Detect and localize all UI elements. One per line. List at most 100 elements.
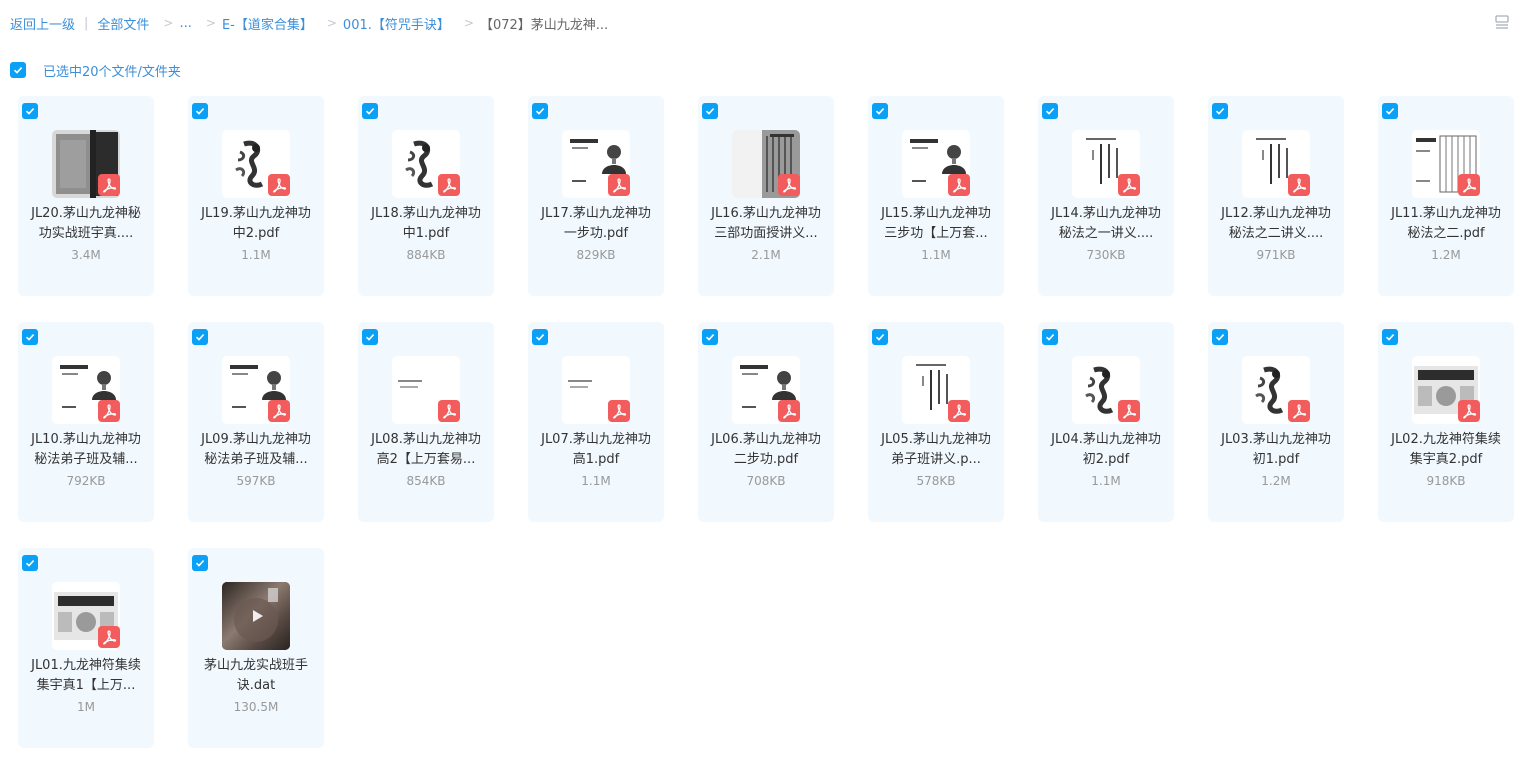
file-name-line2: 初1.pdf — [1252, 452, 1300, 467]
file-checkbox[interactable] — [702, 103, 718, 119]
file-card[interactable]: JL14.茅山九龙神功 秘法之一讲义.... 730KB — [1038, 96, 1174, 296]
file-checkbox[interactable] — [1042, 329, 1058, 345]
file-size: 730KB — [1086, 248, 1126, 262]
file-card[interactable]: JL20.茅山九龙神秘 功实战班宇真.... 3.4M — [18, 96, 154, 296]
check-icon — [535, 334, 545, 341]
file-name-line2: 二步功.pdf — [733, 452, 799, 467]
file-card[interactable]: JL03.茅山九龙神功 初1.pdf 1.2M — [1208, 322, 1344, 522]
file-name-line2: 秘法之二讲义.... — [1228, 226, 1324, 241]
file-checkbox[interactable] — [362, 329, 378, 345]
file-name[interactable]: JL06.茅山九龙神功 二步功.pdf — [704, 430, 828, 470]
file-card[interactable]: JL09.茅山九龙神功 秘法弟子班及辅... 597KB — [188, 322, 324, 522]
file-size: 1.2M — [1431, 248, 1461, 262]
file-name[interactable]: JL10.茅山九龙神功 秘法弟子班及辅... — [24, 430, 148, 470]
pdf-icon — [1293, 404, 1307, 419]
file-checkbox[interactable] — [872, 329, 888, 345]
breadcrumb-current: 【072】茅山九龙神... — [479, 17, 609, 33]
check-icon — [705, 108, 715, 115]
file-size: 1M — [77, 700, 95, 714]
file-card[interactable]: 茅山九龙实战班手 诀.dat 130.5M — [188, 548, 324, 748]
file-checkbox[interactable] — [22, 329, 38, 345]
file-checkbox[interactable] — [1212, 103, 1228, 119]
file-checkbox[interactable] — [1042, 103, 1058, 119]
check-icon — [1045, 334, 1055, 341]
file-name[interactable]: 茅山九龙实战班手 诀.dat — [194, 656, 318, 696]
file-card[interactable]: JL19.茅山九龙神功 中2.pdf 1.1M — [188, 96, 324, 296]
breadcrumb-level1[interactable]: E-【道家合集】 — [222, 14, 313, 33]
file-name-line1: JL16.茅山九龙神功 — [711, 206, 821, 221]
file-checkbox[interactable] — [22, 103, 38, 119]
file-card[interactable]: JL01.九龙神符集续 集宇真1【上万... 1M — [18, 548, 154, 748]
file-name[interactable]: JL09.茅山九龙神功 秘法弟子班及辅... — [194, 430, 318, 470]
file-checkbox[interactable] — [22, 555, 38, 571]
file-size: 884KB — [406, 248, 446, 262]
pdf-icon — [613, 178, 627, 193]
file-card[interactable]: JL06.茅山九龙神功 二步功.pdf 708KB — [698, 322, 834, 522]
check-icon — [1385, 334, 1395, 341]
file-card[interactable]: JL10.茅山九龙神功 秘法弟子班及辅... 792KB — [18, 322, 154, 522]
file-checkbox[interactable] — [532, 329, 548, 345]
pdf-badge-icon — [1118, 174, 1140, 196]
file-checkbox[interactable] — [532, 103, 548, 119]
select-all-checkbox[interactable] — [10, 62, 26, 78]
file-name[interactable]: JL03.茅山九龙神功 初1.pdf — [1214, 430, 1338, 470]
pdf-icon — [783, 404, 797, 419]
file-name[interactable]: JL14.茅山九龙神功 秘法之一讲义.... — [1044, 204, 1168, 244]
file-size: 918KB — [1426, 474, 1466, 488]
file-name[interactable]: JL01.九龙神符集续 集宇真1【上万... — [24, 656, 148, 696]
file-checkbox[interactable] — [702, 329, 718, 345]
file-name[interactable]: JL12.茅山九龙神功 秘法之二讲义.... — [1214, 204, 1338, 244]
breadcrumb-ellipsis[interactable]: ... — [179, 16, 191, 31]
back-link[interactable]: 返回上一级 — [10, 14, 75, 33]
file-size: 597KB — [236, 474, 276, 488]
check-icon — [1385, 108, 1395, 115]
breadcrumb-level2[interactable]: 001.【符咒手诀】 — [343, 14, 450, 33]
video-thumbnail[interactable] — [222, 582, 290, 650]
file-name[interactable]: JL05.茅山九龙神功 弟子班讲义.p... — [874, 430, 998, 470]
file-name[interactable]: JL18.茅山九龙神功 中1.pdf — [364, 204, 488, 244]
file-name-line2: 中1.pdf — [402, 226, 450, 241]
file-checkbox[interactable] — [192, 329, 208, 345]
file-checkbox[interactable] — [872, 103, 888, 119]
file-card[interactable]: JL18.茅山九龙神功 中1.pdf 884KB — [358, 96, 494, 296]
file-card[interactable]: JL16.茅山九龙神功 三部功面授讲义... 2.1M — [698, 96, 834, 296]
select-all-row: 已选中20个文件/文件夹 — [10, 61, 181, 80]
file-card[interactable]: JL11.茅山九龙神功 秘法之二.pdf 1.2M — [1378, 96, 1514, 296]
file-card[interactable]: JL17.茅山九龙神功 一步功.pdf 829KB — [528, 96, 664, 296]
file-card[interactable]: JL07.茅山九龙神功 高1.pdf 1.1M — [528, 322, 664, 522]
file-checkbox[interactable] — [1212, 329, 1228, 345]
check-icon — [705, 334, 715, 341]
file-name[interactable]: JL08.茅山九龙神功 高2【上万套易... — [364, 430, 488, 470]
breadcrumb-all-files[interactable]: 全部文件 — [97, 14, 149, 33]
file-size: 1.1M — [1091, 474, 1121, 488]
file-card[interactable]: JL15.茅山九龙神功 三步功【上万套... 1.1M — [868, 96, 1004, 296]
file-name-line1: JL14.茅山九龙神功 — [1051, 206, 1161, 221]
file-name[interactable]: JL11.茅山九龙神功 秘法之二.pdf — [1384, 204, 1508, 244]
file-name[interactable]: JL04.茅山九龙神功 初2.pdf — [1044, 430, 1168, 470]
file-name-line2: 高2【上万套易... — [376, 452, 476, 467]
check-icon — [25, 108, 35, 115]
file-name[interactable]: JL07.茅山九龙神功 高1.pdf — [534, 430, 658, 470]
file-card[interactable]: JL08.茅山九龙神功 高2【上万套易... 854KB — [358, 322, 494, 522]
file-name[interactable]: JL17.茅山九龙神功 一步功.pdf — [534, 204, 658, 244]
file-name[interactable]: JL02.九龙神符集续 集宇真2.pdf — [1384, 430, 1508, 470]
file-checkbox[interactable] — [192, 103, 208, 119]
file-card[interactable]: JL05.茅山九龙神功 弟子班讲义.p... 578KB — [868, 322, 1004, 522]
file-name[interactable]: JL20.茅山九龙神秘 功实战班宇真.... — [24, 204, 148, 244]
file-checkbox[interactable] — [362, 103, 378, 119]
file-name[interactable]: JL15.茅山九龙神功 三步功【上万套... — [874, 204, 998, 244]
file-card[interactable]: JL02.九龙神符集续 集宇真2.pdf 918KB — [1378, 322, 1514, 522]
list-view-icon[interactable] — [1494, 14, 1510, 30]
file-checkbox[interactable] — [1382, 103, 1398, 119]
file-name[interactable]: JL16.茅山九龙神功 三部功面授讲义... — [704, 204, 828, 244]
play-icon — [253, 610, 263, 622]
pdf-icon — [613, 404, 627, 419]
file-name-line1: JL12.茅山九龙神功 — [1221, 206, 1331, 221]
file-name[interactable]: JL19.茅山九龙神功 中2.pdf — [194, 204, 318, 244]
check-icon — [1215, 108, 1225, 115]
check-icon — [195, 108, 205, 115]
file-card[interactable]: JL04.茅山九龙神功 初2.pdf 1.1M — [1038, 322, 1174, 522]
file-checkbox[interactable] — [1382, 329, 1398, 345]
file-card[interactable]: JL12.茅山九龙神功 秘法之二讲义.... 971KB — [1208, 96, 1344, 296]
file-checkbox[interactable] — [192, 555, 208, 571]
